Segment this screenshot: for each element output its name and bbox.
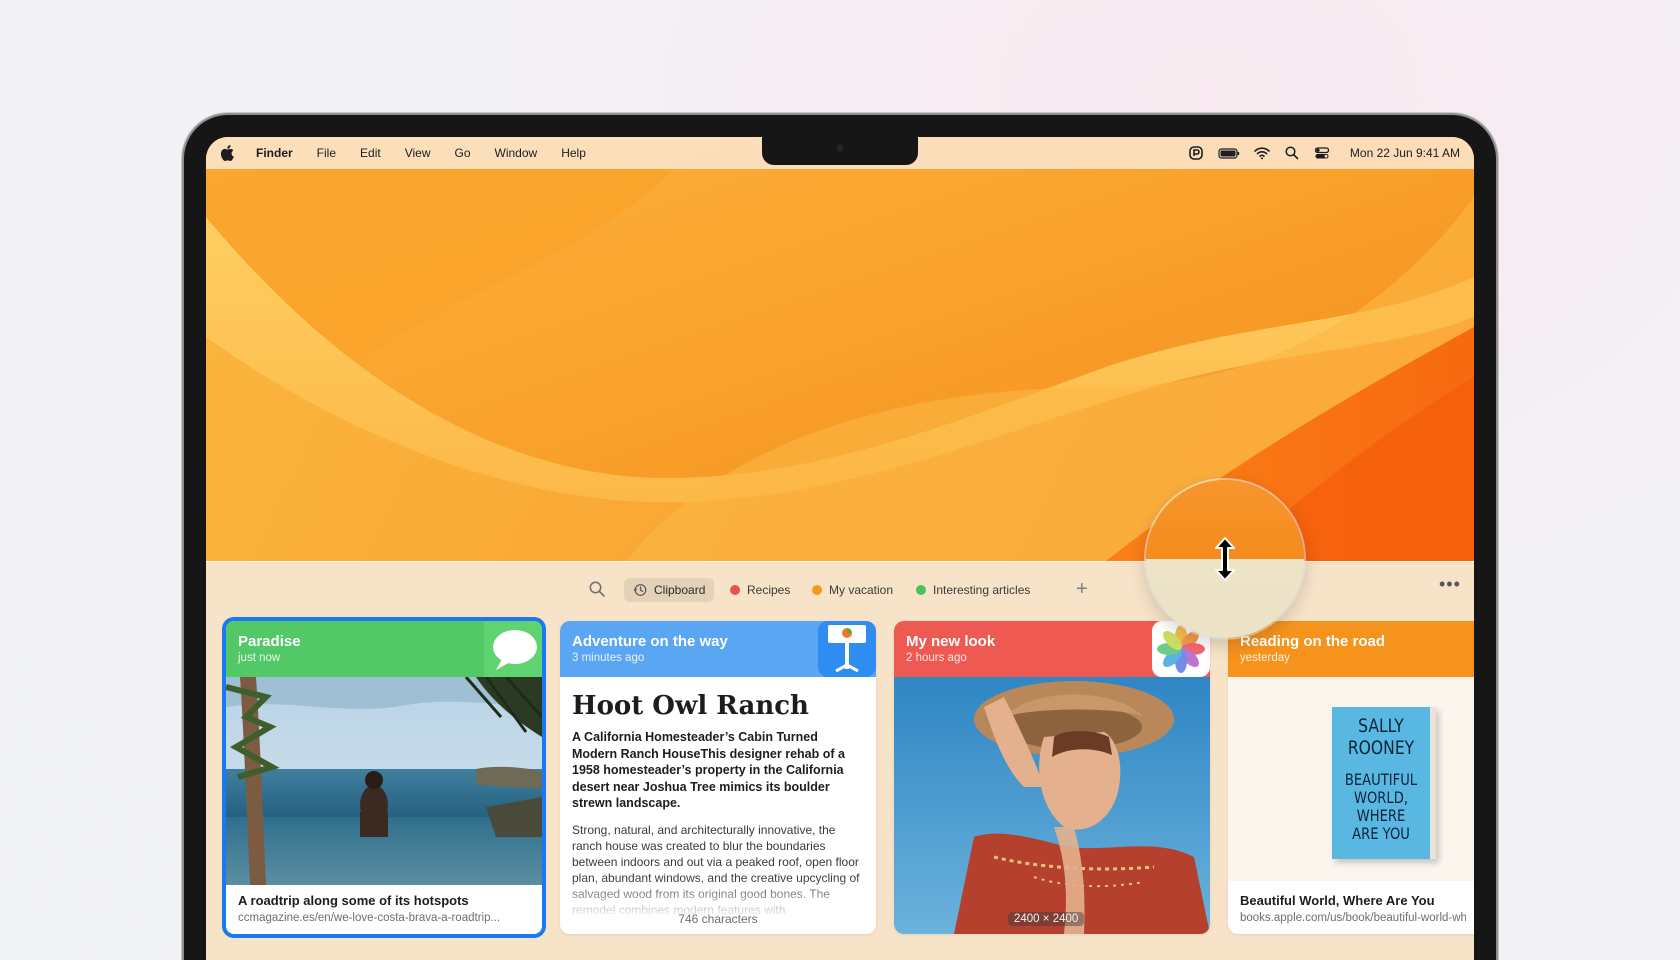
portrait-photo (894, 677, 1210, 934)
resize-vertical-icon (1215, 537, 1235, 581)
tab-interesting-articles-label: Interesting articles (933, 583, 1031, 597)
battery-icon[interactable] (1218, 145, 1240, 161)
menu-edit[interactable]: Edit (348, 137, 393, 169)
panel-search-icon[interactable] (588, 580, 606, 598)
clipboard-card-reading[interactable]: Reading on the road yesterday SALLY ROON… (1228, 621, 1474, 934)
card-footer: Beautiful World, Where Are You books.app… (1240, 892, 1466, 926)
resize-handle-magnifier[interactable] (1146, 480, 1304, 638)
menu-view[interactable]: View (393, 137, 443, 169)
link-title: A roadtrip along some of its hotspots (238, 893, 469, 908)
card-footer: A roadtrip along some of its hotspots cc… (238, 892, 534, 926)
link-url[interactable]: ccmagazine.es/en/we-love-costa-brava-a-r… (238, 910, 534, 926)
clipboard-card-adventure[interactable]: Adventure on the way 3 minutes ago Hoot … (560, 621, 876, 934)
card-timestamp: yesterday (1240, 652, 1290, 664)
tab-my-vacation[interactable]: My vacation (803, 578, 902, 602)
image-dimensions: 2400 × 2400 (1008, 912, 1085, 926)
menu-go[interactable]: Go (443, 137, 483, 169)
book-cover-title-2: WORLD, (1353, 788, 1408, 807)
book-cover-top-line: SALLY (1358, 715, 1404, 737)
tab-clipboard-label: Clipboard (654, 583, 706, 597)
article-lead: A California Homesteader’s Cabin Turned … (572, 730, 845, 810)
clipboard-panel: Clipboard Recipes My vacation Interestin… (206, 561, 1474, 960)
desktop-wallpaper (206, 137, 1474, 561)
book-cover-author: ROONEY (1347, 737, 1415, 759)
card-title: Reading on the road (1240, 633, 1386, 650)
card-header: Paradise just now (226, 621, 542, 677)
link-title: Beautiful World, Where Are You (1240, 893, 1435, 908)
control-center-icon[interactable] (1314, 145, 1330, 161)
article-title: Hoot Owl Ranch (572, 691, 809, 721)
camera-icon (836, 144, 844, 152)
interesting-articles-color-dot (916, 585, 926, 595)
character-count: 746 characters (678, 912, 758, 926)
book-cover-title-1: BEAUTIFUL (1344, 770, 1418, 789)
messages-icon (484, 621, 542, 677)
menu-window[interactable]: Window (483, 137, 550, 169)
link-url[interactable]: books.apple.com/us/book/beautiful-world-… (1240, 910, 1466, 926)
clipboard-card-my-new-look[interactable]: My new look 2 hours ago 2400 × 2400 (894, 621, 1210, 934)
my-vacation-color-dot (812, 585, 822, 595)
card-header: Reading on the road yesterday (1228, 621, 1474, 677)
book-preview: SALLY ROONEY BEAUTIFUL WORLD, WHERE ARE … (1228, 677, 1474, 881)
card-header: Adventure on the way 3 minutes ago (560, 621, 876, 677)
card-header: My new look 2 hours ago (894, 621, 1210, 677)
add-pinboard-button[interactable]: + (1076, 579, 1088, 599)
clock-icon (633, 584, 647, 596)
search-icon[interactable] (1284, 145, 1300, 161)
menu-file[interactable]: File (305, 137, 348, 169)
tab-recipes[interactable]: Recipes (721, 578, 799, 602)
wifi-icon[interactable] (1254, 145, 1270, 161)
book-cover-title-3: WHERE (1356, 806, 1406, 825)
menu-app-name[interactable]: Finder (248, 137, 305, 169)
paste-app-icon[interactable] (1188, 145, 1204, 161)
tab-clipboard[interactable]: Clipboard (624, 578, 715, 602)
tab-my-vacation-label: My vacation (829, 583, 894, 597)
book-cover-title-4: ARE YOU (1352, 824, 1410, 843)
clipboard-card-paradise[interactable]: Paradise just now A roadtrip along some … (226, 621, 542, 934)
keynote-icon (818, 621, 876, 677)
menu-help[interactable]: Help (549, 137, 598, 169)
apple-menu-icon[interactable] (220, 145, 234, 161)
camera-notch (762, 137, 918, 165)
book-cover: SALLY ROONEY BEAUTIFUL WORLD, WHERE ARE … (1332, 707, 1436, 859)
menubar-clock[interactable]: Mon 22 Jun 9:41 AM (1350, 146, 1460, 160)
paradise-photo (226, 677, 542, 885)
tab-interesting-articles[interactable]: Interesting articles (907, 578, 1039, 602)
recipes-color-dot (730, 585, 740, 595)
tab-recipes-label: Recipes (747, 583, 791, 597)
more-options-button[interactable]: ••• (1439, 572, 1461, 596)
